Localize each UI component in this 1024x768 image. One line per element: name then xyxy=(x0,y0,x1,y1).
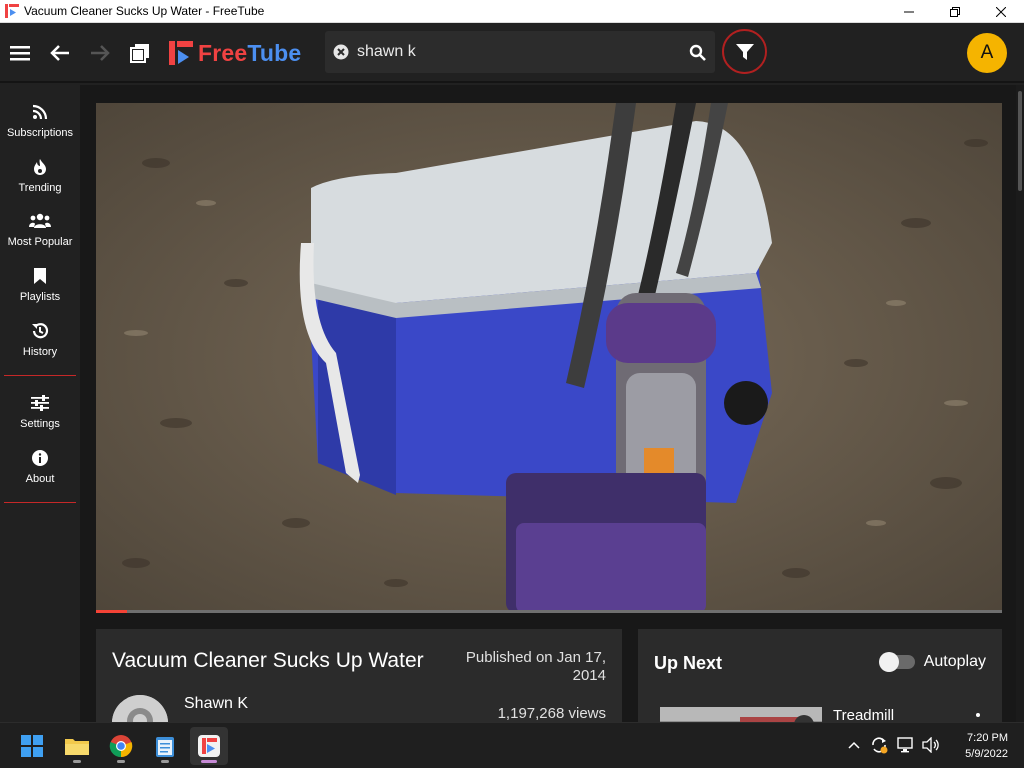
network-icon xyxy=(897,737,913,753)
history-icon xyxy=(32,323,49,339)
sidebar-item-history[interactable]: History xyxy=(0,321,80,371)
video-frame-image xyxy=(96,103,1002,613)
freetube-app-icon xyxy=(5,4,19,18)
up-next-panel: Up Next Autoplay Treadmill xyxy=(638,629,1002,722)
chrome-icon xyxy=(109,735,133,758)
up-next-heading: Up Next xyxy=(654,653,723,673)
notepad-icon xyxy=(156,737,174,757)
sidebar-item-about[interactable]: About xyxy=(0,448,80,498)
freetube-taskbar-icon xyxy=(198,735,220,757)
autoplay-toggle[interactable]: Autoplay xyxy=(878,652,986,672)
clock-time: 7:20 PM xyxy=(967,732,1008,744)
close-button[interactable] xyxy=(978,0,1024,23)
channel-name[interactable]: Shawn K xyxy=(184,695,248,713)
users-icon xyxy=(29,213,51,228)
sidebar-item-label: Trending xyxy=(18,182,62,194)
scrollbar-thumb[interactable] xyxy=(1018,91,1022,191)
search-icon[interactable] xyxy=(689,44,707,62)
menu-button[interactable] xyxy=(8,41,32,65)
restore-button[interactable] xyxy=(932,0,978,23)
top-navigation: FreeTube shawn k A xyxy=(0,23,1024,83)
channel-avatar-image xyxy=(112,695,168,722)
recommended-video-thumbnail[interactable] xyxy=(660,707,822,722)
sidebar: Subscriptions Trending Most Popular Play… xyxy=(0,85,80,722)
new-window-button[interactable] xyxy=(128,41,152,65)
filter-icon xyxy=(735,43,754,60)
video-progress-fill xyxy=(96,610,127,613)
window-titlebar: Vacuum Cleaner Sucks Up Water - FreeTube xyxy=(0,0,1024,23)
tray-volume[interactable] xyxy=(920,731,942,759)
sliders-icon xyxy=(31,395,49,411)
freetube-logo[interactable]: FreeTube xyxy=(168,39,301,67)
back-button[interactable] xyxy=(48,41,72,65)
windows-start-icon xyxy=(21,735,43,757)
sidebar-item-most-popular[interactable]: Most Popular xyxy=(0,211,80,261)
watch-page: Vacuum Cleaner Sucks Up Water Published … xyxy=(80,85,1024,722)
recommended-video-title[interactable]: Treadmill xyxy=(833,707,894,722)
channel-avatar[interactable] xyxy=(112,695,168,722)
freetube-logo-icon xyxy=(169,41,193,65)
video-info-card: Vacuum Cleaner Sucks Up Water Published … xyxy=(96,629,622,722)
view-count: 1,197,268 views xyxy=(497,705,606,722)
bookmark-icon xyxy=(34,268,46,284)
sync-icon xyxy=(872,737,888,754)
close-icon xyxy=(996,6,1006,17)
forward-button[interactable] xyxy=(88,41,112,65)
minimize-button[interactable] xyxy=(886,0,932,23)
window-title: Vacuum Cleaner Sucks Up Water - FreeTube xyxy=(24,4,265,18)
sidebar-item-label: Playlists xyxy=(19,291,61,303)
taskbar-notepad[interactable] xyxy=(146,727,184,765)
minimize-icon xyxy=(904,11,914,12)
chevron-up-icon xyxy=(848,741,860,749)
sidebar-divider xyxy=(4,502,76,503)
sidebar-divider xyxy=(4,375,76,376)
hamburger-icon xyxy=(10,46,30,61)
taskbar-chrome[interactable] xyxy=(102,727,140,765)
rss-icon xyxy=(32,104,48,120)
sidebar-item-settings[interactable]: Settings xyxy=(0,393,80,443)
info-icon xyxy=(32,450,48,466)
published-date: Published on Jan 17, 2014 xyxy=(465,649,606,684)
sidebar-item-label: Subscriptions xyxy=(6,127,74,139)
video-progress-bar[interactable] xyxy=(96,610,1002,613)
video-title: Vacuum Cleaner Sucks Up Water xyxy=(112,649,424,672)
taskbar-file-explorer[interactable] xyxy=(58,727,96,765)
taskbar-clock[interactable]: 7:20 PM 5/9/2022 xyxy=(965,730,1008,762)
more-options-icon[interactable] xyxy=(976,713,980,717)
arrow-right-icon xyxy=(91,45,110,61)
clear-search-icon[interactable] xyxy=(333,44,349,60)
sidebar-item-trending[interactable]: Trending xyxy=(0,157,80,207)
sidebar-item-playlists[interactable]: Playlists xyxy=(0,266,80,316)
logo-text-free: Free xyxy=(198,39,248,66)
tray-network[interactable] xyxy=(895,731,917,759)
search-filters-button[interactable] xyxy=(722,29,767,74)
tray-sync[interactable] xyxy=(868,731,890,759)
clock-date: 5/9/2022 xyxy=(965,748,1008,760)
thumbnail-image xyxy=(660,707,822,722)
sidebar-item-label: About xyxy=(25,473,55,485)
autoplay-label: Autoplay xyxy=(923,653,986,670)
video-player[interactable] xyxy=(96,103,1002,613)
window-controls xyxy=(886,0,1024,23)
search-bar[interactable]: shawn k xyxy=(325,31,715,73)
show-hidden-icons-button[interactable] xyxy=(845,731,863,759)
folder-icon xyxy=(65,739,89,755)
fire-icon xyxy=(34,159,46,175)
sidebar-item-label: Most Popular xyxy=(7,236,73,248)
logo-text-tube: Tube xyxy=(247,39,302,66)
profile-avatar[interactable]: A xyxy=(967,33,1007,73)
sidebar-item-subscriptions[interactable]: Subscriptions xyxy=(0,102,80,152)
speaker-icon xyxy=(922,737,939,753)
copy-window-icon xyxy=(130,44,149,63)
page-scrollbar[interactable] xyxy=(1016,85,1024,722)
taskbar: 7:20 PM 5/9/2022 xyxy=(0,722,1024,768)
arrow-left-icon xyxy=(50,45,69,61)
taskbar-freetube[interactable] xyxy=(190,727,228,765)
sidebar-item-label: Settings xyxy=(20,418,60,430)
search-input[interactable]: shawn k xyxy=(357,43,416,61)
autoplay-switch[interactable] xyxy=(878,652,915,672)
restore-icon xyxy=(950,6,960,17)
sidebar-item-label: History xyxy=(22,346,58,358)
start-button[interactable] xyxy=(13,727,51,765)
